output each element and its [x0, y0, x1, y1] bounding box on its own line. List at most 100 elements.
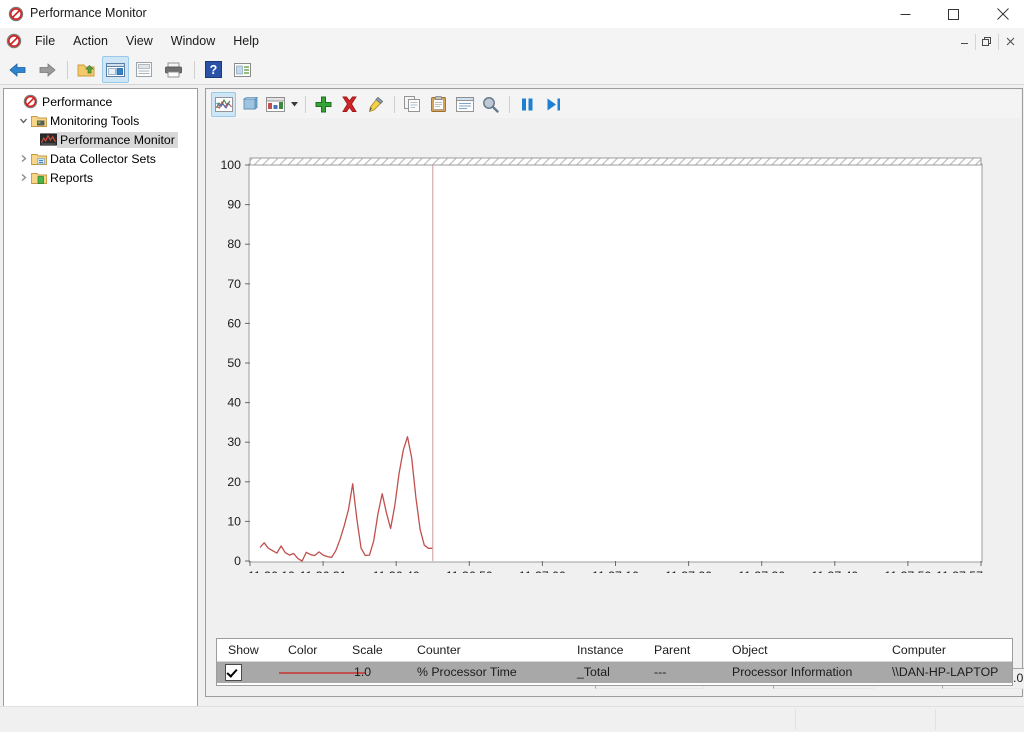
legend-instance: _Total	[577, 665, 610, 679]
sidebar-item-reports[interactable]: Reports	[4, 168, 197, 187]
menu-items: File Action View Window Help	[26, 28, 268, 55]
main-toolbar: ?	[0, 55, 1024, 85]
legend-header-counter: Counter	[417, 643, 461, 657]
legend-show-checkbox[interactable]	[225, 664, 242, 681]
toolbar-separator-2	[194, 60, 195, 79]
tree-expander-collapsed-icon[interactable]	[16, 149, 30, 168]
legend-header-row: Show Color Scale Counter Instance Parent…	[217, 639, 1012, 662]
legend-scale: 1.0	[354, 665, 372, 679]
help-icon[interactable]: ?	[200, 56, 227, 83]
legend-header-show: Show	[228, 643, 259, 657]
sidebar-item-label: Performance Monitor	[57, 131, 178, 148]
performance-monitor-icon	[22, 92, 39, 111]
properties-icon[interactable]	[229, 56, 256, 83]
graph-toolbar-separator-1	[305, 95, 306, 113]
graph-toolbar-separator-3	[509, 95, 510, 113]
svg-text:10: 10	[227, 514, 241, 528]
perfmon-chart-icon	[40, 130, 57, 149]
window-minimize-button[interactable]	[882, 0, 928, 28]
svg-text:50: 50	[227, 356, 241, 370]
svg-text:?: ?	[210, 63, 218, 77]
legend-header-computer: Computer	[892, 643, 946, 657]
svg-text:40: 40	[227, 396, 241, 410]
mdi-separator-1	[975, 33, 976, 50]
menu-item-file[interactable]: File	[26, 28, 64, 55]
svg-text:11:37:30: 11:37:30	[738, 569, 785, 573]
mdi-restore-button[interactable]	[977, 31, 997, 52]
menu-item-action[interactable]: Action	[64, 28, 117, 55]
window-close-button[interactable]	[980, 0, 1024, 28]
sidebar-item-label: Data Collector Sets	[50, 151, 156, 166]
mdi-minimize-button[interactable]	[954, 31, 974, 52]
mdi-close-button[interactable]	[1000, 31, 1020, 52]
change-graph-type-icon[interactable]	[263, 92, 288, 117]
zoom-icon[interactable]	[478, 92, 503, 117]
perfmon-result-pane: 0102030405060708090100 11:36:1911:36:311…	[205, 88, 1024, 697]
status-separator-1	[795, 709, 796, 730]
delete-counter-icon[interactable]	[337, 92, 362, 117]
menu-bar: File Action View Window Help	[0, 28, 1024, 56]
legend-computer: \\DAN-HP-LAPTOP	[892, 665, 999, 679]
svg-text:0: 0	[234, 554, 241, 568]
sidebar-item-performance-monitor[interactable]: Performance Monitor	[4, 130, 197, 149]
sidebar-item-label: Reports	[50, 170, 94, 185]
menu-item-window[interactable]: Window	[162, 28, 224, 55]
folder-icon	[30, 149, 47, 168]
window-title: Performance Monitor	[30, 6, 147, 20]
performance-monitor-icon	[6, 33, 22, 49]
legend-object: Processor Information	[732, 665, 853, 679]
back-icon[interactable]	[4, 56, 31, 83]
window-maximize-button[interactable]	[930, 0, 976, 28]
tree-expander[interactable]	[8, 92, 22, 111]
print-icon[interactable]	[160, 56, 187, 83]
title-bar: Performance Monitor	[0, 0, 1024, 28]
svg-text:70: 70	[227, 277, 241, 291]
mdi-window-controls	[954, 31, 1020, 52]
properties-icon[interactable]	[452, 92, 477, 117]
x-axis-ticks: 11:36:19 11:36:31 11:36:40 11:36:50 11:37:00…	[248, 561, 983, 573]
show-console-tree-icon[interactable]	[102, 56, 129, 83]
folder-icon	[30, 111, 47, 130]
sidebar-item-monitoring-tools[interactable]: Monitoring Tools	[4, 111, 197, 130]
menu-item-help[interactable]: Help	[224, 28, 268, 55]
svg-text:11:37:57: 11:37:57	[936, 569, 983, 573]
svg-text:90: 90	[227, 198, 241, 212]
copy-properties-icon[interactable]	[400, 92, 425, 117]
sidebar-item-data-collector-sets[interactable]: Data Collector Sets	[4, 149, 197, 168]
mdi-separator-2	[998, 33, 999, 50]
sidebar-item-performance[interactable]: Performance	[4, 92, 197, 111]
update-data-icon[interactable]	[541, 92, 566, 117]
svg-text:30: 30	[227, 435, 241, 449]
highlight-icon[interactable]	[363, 92, 388, 117]
legend-counter: % Processor Time	[417, 665, 517, 679]
legend-header-instance: Instance	[577, 643, 624, 657]
legend-row[interactable]: 1.0 % Processor Time _Total --- Processo…	[217, 662, 1012, 683]
forward-icon[interactable]	[33, 56, 60, 83]
view-graph-icon[interactable]	[211, 91, 236, 117]
counter-legend-table[interactable]: Show Color Scale Counter Instance Parent…	[216, 638, 1013, 686]
export-list-icon[interactable]	[131, 56, 158, 83]
legend-parent: ---	[654, 665, 667, 679]
up-folder-icon[interactable]	[73, 56, 100, 83]
performance-graph[interactable]: 0102030405060708090100 11:36:1911:36:311…	[207, 118, 1021, 573]
legend-header-color: Color	[288, 643, 318, 657]
menu-item-view[interactable]: View	[117, 28, 162, 55]
add-counter-icon[interactable]	[311, 92, 336, 117]
chevron-down-icon[interactable]	[289, 93, 300, 116]
paste-counter-list-icon[interactable]	[426, 92, 451, 117]
freeze-display-icon[interactable]	[515, 92, 540, 117]
view-histogram-icon[interactable]	[237, 92, 262, 117]
status-separator-2	[935, 709, 936, 730]
tree-expander-collapsed-icon[interactable]	[16, 168, 30, 187]
performance-monitor-window: Performance Monitor File Action View Win…	[0, 0, 1024, 732]
legend-color-swatch	[279, 672, 365, 674]
svg-text:80: 80	[227, 237, 241, 251]
tree-expander-expanded-icon[interactable]	[16, 111, 30, 130]
svg-text:11:37:40: 11:37:40	[811, 569, 858, 573]
chart-area: 0102030405060708090100 11:36:1911:36:311…	[207, 118, 1021, 659]
graph-toolbar-separator-2	[394, 95, 395, 113]
svg-text:11:37:10: 11:37:10	[592, 569, 639, 573]
svg-text:60: 60	[227, 316, 241, 330]
toolbar-separator-1	[67, 60, 68, 79]
svg-text:11:36:19: 11:36:19	[248, 569, 295, 573]
